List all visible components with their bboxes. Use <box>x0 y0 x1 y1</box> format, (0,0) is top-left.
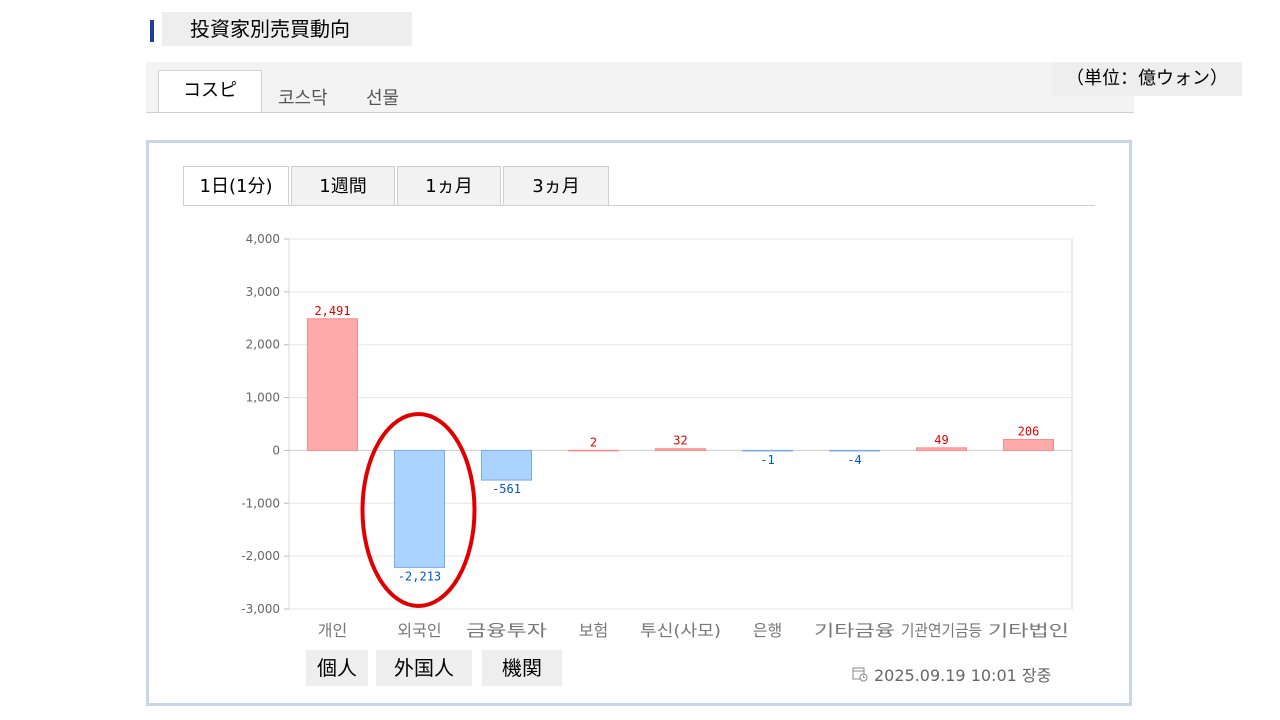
label-foreigner: 外国人 <box>376 650 472 686</box>
data-label: 32 <box>673 434 687 448</box>
data-label: -1 <box>760 453 774 467</box>
y-tick-label: 1,000 <box>246 391 280 405</box>
data-label: 49 <box>934 433 948 447</box>
category-label: 기타금융 <box>814 621 895 640</box>
bar-chart: 4,000 3,000 2,000 1,000 0 -1,000 -2,000 -3,000 2… <box>241 232 1073 640</box>
bar <box>916 447 967 451</box>
y-tick-label: -2,000 <box>241 549 280 563</box>
bar <box>307 318 358 451</box>
bar <box>742 449 793 452</box>
data-label: -4 <box>847 453 861 467</box>
label-institution: 機関 <box>482 650 562 686</box>
bar <box>481 449 532 481</box>
timestamp-text: 2025.09.19 10:01 장중 <box>874 666 1052 685</box>
category-label: 기관연기금등 <box>901 621 982 640</box>
data-label: 206 <box>1018 425 1040 439</box>
data-label: 2,491 <box>314 304 350 318</box>
y-tick-label: 0 <box>272 443 280 457</box>
label-individual: 個人 <box>306 650 368 686</box>
bar <box>394 449 445 568</box>
category-label: 은행 <box>753 621 782 640</box>
category-label: 개인 <box>318 621 347 640</box>
category-label: 보험 <box>579 621 608 640</box>
bar <box>655 448 706 451</box>
data-label: -2,213 <box>398 569 441 583</box>
data-label: 2 <box>590 435 597 449</box>
y-tick-label: 3,000 <box>246 285 280 299</box>
category-label: 외국인 <box>397 621 441 640</box>
y-tick-label: -3,000 <box>241 602 280 616</box>
update-timestamp: 2025.09.19 10:01 장중 <box>852 662 1051 686</box>
y-tick-label: -1,000 <box>241 496 280 510</box>
y-tick-label: 2,000 <box>246 338 280 352</box>
category-label: 금융투자 <box>466 621 547 640</box>
category-label: 투신(사모) <box>640 621 721 640</box>
data-label: -561 <box>492 482 521 496</box>
bar <box>568 449 619 452</box>
y-tick-label: 4,000 <box>246 232 280 246</box>
bar <box>829 449 880 452</box>
category-label: 기타법인 <box>988 621 1069 640</box>
bar <box>1003 439 1054 451</box>
calendar-refresh-icon <box>852 666 868 682</box>
